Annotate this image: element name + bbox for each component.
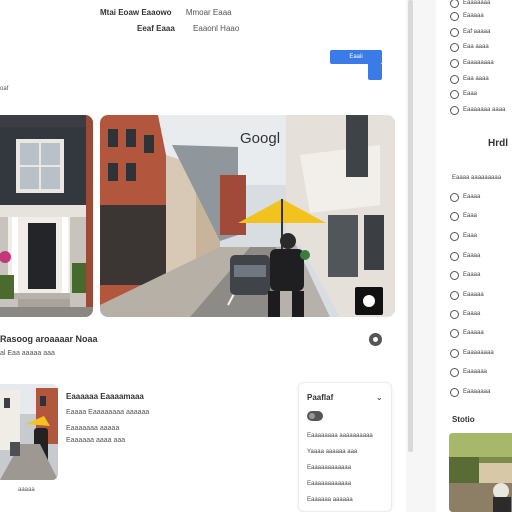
primary-action-button[interactable]: Eaaii [330, 50, 382, 64]
sidebar-item[interactable]: Eaa aaaa [450, 41, 489, 53]
header-title: Mtai Eoaw Eaaowo [100, 8, 172, 17]
sidebar-list-label: Eaaa [463, 213, 478, 219]
sidebar-list-item[interactable]: Eaaa [450, 210, 477, 222]
circle-icon [450, 367, 459, 377]
listing-detail: Eaaaaaaa aaaaa [66, 425, 120, 432]
main-scrollbar[interactable] [408, 0, 413, 452]
brand-watermark: Googl [240, 130, 281, 147]
circle-icon [450, 105, 459, 115]
listing-title[interactable]: Eaaaaaa Eaaaamaaa [66, 392, 144, 401]
circle-icon [450, 42, 459, 52]
circle-icon [450, 11, 459, 21]
thumbnail-caption: aaaaa [18, 487, 35, 493]
sidebar-list-label: Eaaaa [463, 194, 481, 200]
sidebar-item[interactable]: Eaaaaa [450, 10, 484, 22]
sidebar-item-label: Eaaaaaaa aaaa [463, 107, 506, 113]
sidebar-list-label: Eaaaa [463, 272, 481, 278]
sidebar-list-label: Eaaaaa [463, 292, 484, 298]
header-subtitle[interactable]: Mmoar Eaaa [186, 8, 232, 17]
share-icon[interactable] [369, 333, 382, 346]
app-window: Mtai Eoaw Eaaowo Mmoar Eaaa Eeaf Eaaa Ea… [0, 0, 512, 512]
sidebar-bottom-heading: Stotio [452, 415, 475, 424]
header-link[interactable]: Eaaonl Haao [193, 24, 239, 33]
sidebar-list-item[interactable]: Eaaaaaaaa [450, 347, 494, 359]
sidebar-title: Hrdl [488, 138, 508, 149]
circle-icon [450, 192, 459, 202]
action-button-handle[interactable] [368, 64, 382, 80]
circle-icon [450, 89, 459, 99]
filter-title: Paaflaf [307, 393, 334, 402]
filter-panel: Paaflaf ⌄ Eaaaaaaaa aaaaaaaaaa Yaaaa aaa… [298, 382, 392, 512]
circle-icon [450, 58, 459, 68]
sidebar-list-item[interactable]: Eaaaa [450, 250, 480, 262]
header-row-1: Mtai Eoaw Eaaowo Mmoar Eaaa [100, 8, 232, 17]
sidebar-item-label: Eaa aaaa [463, 44, 489, 50]
sidebar-list-item[interactable]: Eaaaaaaa [450, 386, 490, 398]
expand-button[interactable] [355, 287, 383, 315]
circle-icon [450, 0, 459, 8]
circle-icon [450, 290, 459, 300]
sidebar-item[interactable]: Eaaa [450, 88, 477, 100]
sidebar-item-label: Eaf aaaaa [463, 29, 491, 35]
section-subtitle: al Eaa aaaaa aaa [0, 350, 55, 357]
street-photo[interactable]: Googl [100, 115, 395, 317]
expand-icon [363, 295, 375, 307]
sidebar-item-label: Eaaaaa [463, 13, 484, 19]
listing-detail: Eaaaa Eaaaaaaaa aaaaaa [66, 409, 150, 416]
sidebar-item-label: Eaaaaaaaa [463, 60, 494, 66]
sidebar-list-label: Eaaaaaaa [463, 389, 491, 395]
filter-option[interactable]: Yaaaa aaaaaa aaa [307, 449, 357, 455]
sidebar-item-label: Eaa aaaa [463, 76, 489, 82]
sidebar-item-label: Eaaa [463, 91, 478, 97]
sidebar-subheading: Eaaaa aaaaaaaaa [452, 175, 502, 181]
house-image[interactable] [0, 115, 93, 317]
circle-icon [450, 309, 459, 319]
filter-option[interactable]: Eaaaaaaaaaaaa [307, 481, 351, 487]
sidebar-list-item[interactable]: Eaaaaaa [450, 366, 487, 378]
sidebar-list-label: Eaaa [463, 233, 478, 239]
sidebar-list-item[interactable]: Eaaa [450, 230, 477, 242]
sidebar-item[interactable]: Eaf aaaaa [450, 26, 490, 38]
filter-option[interactable]: Eaaaaaa aaaaaa [307, 497, 353, 503]
circle-icon [450, 348, 459, 358]
sidebar-list-label: Eaaaa [463, 311, 481, 317]
sidebar-item-label: Eaaaaaaa [463, 0, 491, 6]
header-row-2: Eeaf Eaaa Eaaonl Haao [137, 24, 239, 33]
sidebar-list-item[interactable]: Eaaaa [450, 269, 480, 281]
listing-detail: Eaaaaaa aaaa aaa [66, 437, 126, 444]
sidebar-item[interactable]: Eaaaaaaaa [450, 57, 494, 69]
header-label: Eeaf Eaaa [137, 24, 175, 33]
sidebar-item[interactable]: Eaaaaaaa [450, 0, 490, 9]
sidebar-list-label: Eaaaaaa [463, 369, 488, 375]
sidebar-item[interactable]: Eaaaaaaa aaaa [450, 104, 505, 116]
sidebar-preview-image[interactable] [449, 433, 512, 512]
sidebar-list-item[interactable]: Eaaaaa [450, 289, 484, 301]
side-label: oaf [0, 86, 9, 92]
filter-option[interactable]: Eaaaaaaaa aaaaaaaaaa [307, 433, 373, 439]
circle-icon [450, 74, 459, 84]
sidebar-item[interactable]: Eaa aaaa [450, 73, 489, 85]
sidebar-list-item[interactable]: Eaaaa [450, 191, 480, 203]
circle-icon [450, 387, 459, 397]
section-title: Rasoog aroaaaar Noaa [0, 334, 98, 344]
sidebar-list-item[interactable]: Eaaaa [450, 308, 480, 320]
circle-icon [450, 270, 459, 280]
sidebar-list-label: Eaaaa [463, 253, 481, 259]
circle-icon [450, 251, 459, 261]
filter-option[interactable]: Eaaaaaaaaaaaa [307, 465, 351, 471]
circle-icon [450, 27, 459, 37]
main-panel: Mtai Eoaw Eaaowo Mmoar Eaaa Eeaf Eaaa Ea… [0, 0, 406, 512]
filter-toggle[interactable] [307, 411, 323, 421]
listing-thumbnail[interactable] [0, 384, 58, 480]
circle-icon [450, 328, 459, 338]
sidebar-list-item[interactable]: Eaaaaa [450, 327, 484, 339]
sidebar-list-label: Eaaaaaaaa [463, 350, 494, 356]
circle-icon [450, 231, 459, 241]
circle-icon [450, 211, 459, 221]
chevron-down-icon[interactable]: ⌄ [375, 392, 383, 403]
sidebar-list-label: Eaaaaa [463, 330, 484, 336]
